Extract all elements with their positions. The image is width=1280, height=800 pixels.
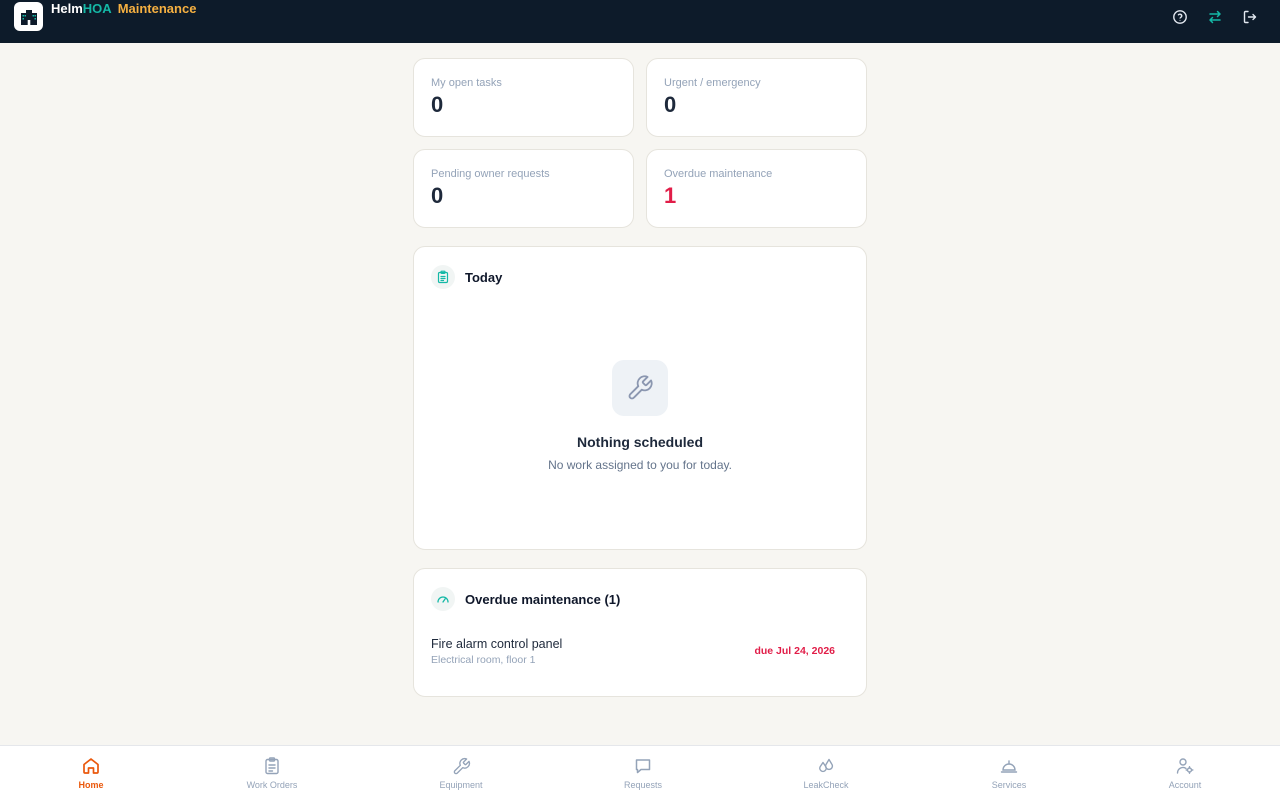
- bottom-nav: Home Work Orders Equipment Requests Leak…: [0, 745, 1280, 800]
- clipboard-icon: [265, 757, 279, 775]
- today-title: Today: [465, 269, 503, 285]
- switch-arrows-icon: [1209, 10, 1221, 24]
- nav-label: LeakCheck: [803, 780, 849, 790]
- nav-label: Services: [991, 780, 1027, 790]
- empty-state: Nothing scheduled No work assigned to yo…: [414, 360, 866, 472]
- wrench-icon: [628, 375, 653, 400]
- nav-equipment[interactable]: Equipment: [406, 756, 516, 790]
- stat-card-overdue[interactable]: Overdue maintenance 1: [646, 149, 867, 228]
- top-bar: HelmHOA Maintenance: [0, 0, 1280, 43]
- stat-label: My open tasks: [431, 77, 502, 89]
- today-header: Today: [431, 265, 502, 289]
- nav-label: Home: [78, 780, 104, 790]
- nav-label: Account: [1168, 780, 1202, 790]
- logout-icon: [1243, 10, 1257, 24]
- nav-label: Equipment: [439, 780, 483, 790]
- brand-maintenance: Maintenance: [117, 1, 197, 16]
- nav-home[interactable]: Home: [36, 756, 146, 790]
- today-card: Today Nothing scheduled No work assigned…: [413, 246, 867, 550]
- sec-icon-wrap: [431, 265, 455, 289]
- overdue-card: Overdue maintenance (1) Fire alarm contr…: [413, 568, 867, 697]
- nav-label: Requests: [623, 780, 663, 790]
- app-logo[interactable]: [14, 2, 43, 31]
- wrench-icon: [453, 757, 470, 774]
- stat-card-open-tasks[interactable]: My open tasks 0: [413, 58, 634, 137]
- brand-hoa: HOA: [82, 1, 112, 16]
- nav-leakcheck[interactable]: LeakCheck: [771, 756, 881, 790]
- empty-icon-box: [612, 360, 668, 416]
- stat-value: 0: [664, 92, 677, 117]
- brand-name: HelmHOA Maintenance: [51, 2, 196, 16]
- nav-label: Work Orders: [246, 780, 298, 790]
- overdue-title: Overdue maintenance (1): [465, 591, 621, 607]
- service-bell-icon: [1000, 760, 1018, 773]
- logout-button[interactable]: [1240, 8, 1260, 26]
- overdue-item[interactable]: Fire alarm control panel Electrical room…: [431, 637, 836, 666]
- stat-value: 0: [431, 183, 444, 208]
- sec-icon-wrap: [431, 587, 455, 611]
- building-logo-icon: [20, 9, 37, 25]
- user-settings-icon: [1176, 758, 1194, 774]
- brand-helm: Helm: [51, 1, 83, 16]
- droplets-icon: [819, 758, 834, 773]
- help-circle-icon: [1173, 10, 1187, 24]
- switch-role-button[interactable]: [1205, 8, 1225, 26]
- stat-card-urgent[interactable]: Urgent / emergency 0: [646, 58, 867, 137]
- stat-label: Urgent / emergency: [664, 77, 761, 89]
- nav-services[interactable]: Services: [954, 756, 1064, 790]
- stat-card-pending-requests[interactable]: Pending owner requests 0: [413, 149, 634, 228]
- app-root: HelmHOA Maintenance My open tasks 0 Urge…: [0, 0, 1280, 800]
- nav-requests[interactable]: Requests: [588, 756, 698, 790]
- gauge-icon: [437, 596, 449, 603]
- header-actions: [1170, 8, 1260, 26]
- stat-label: Overdue maintenance: [664, 168, 773, 180]
- empty-description: No work assigned to you for today.: [548, 458, 732, 472]
- clipboard-list-icon: [437, 270, 449, 284]
- nav-account[interactable]: Account: [1130, 756, 1240, 790]
- nav-work-orders[interactable]: Work Orders: [217, 756, 327, 790]
- home-icon: [83, 758, 99, 774]
- stat-value: 1: [664, 183, 677, 208]
- overdue-header: Overdue maintenance (1): [431, 587, 620, 611]
- stat-label: Pending owner requests: [431, 168, 550, 180]
- help-button[interactable]: [1170, 8, 1190, 26]
- chat-icon: [635, 759, 651, 774]
- stat-value: 0: [431, 92, 444, 117]
- overdue-item-due: due Jul 24, 2026: [754, 645, 835, 657]
- empty-title: Nothing scheduled: [577, 434, 703, 450]
